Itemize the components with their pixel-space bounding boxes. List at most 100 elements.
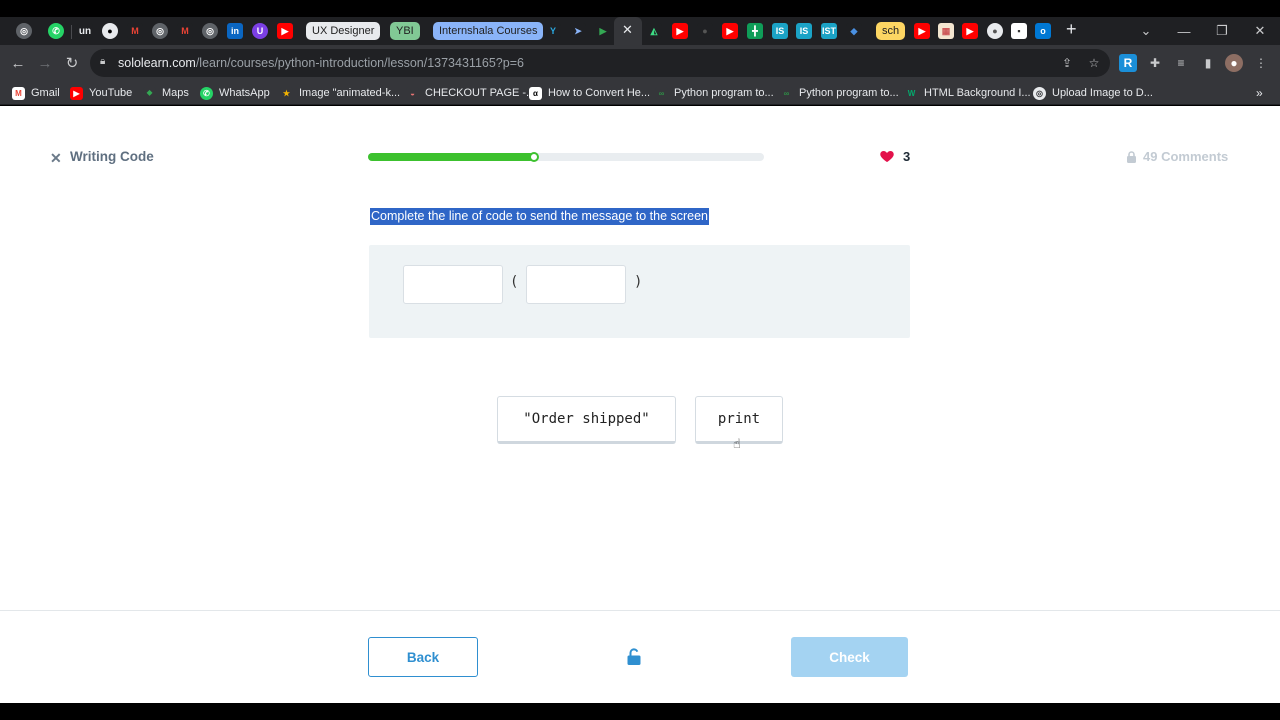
browser-toolbar: ← → ↻ 🔒︎ sololearn.com/learn/courses/pyt…	[0, 45, 1280, 81]
youtube-tab-icon-3[interactable]: ▶	[722, 23, 738, 39]
youtube-tab-icon-4[interactable]: ▶	[914, 23, 930, 39]
browser-menu-icon[interactable]: ⋮	[1252, 54, 1270, 72]
youtube-icon: ▶	[70, 86, 83, 100]
bookmark-maps[interactable]: ⬥ Maps	[143, 85, 189, 101]
send-tab-icon[interactable]: ➤	[570, 23, 586, 39]
tab-group-sch[interactable]: sch	[876, 22, 906, 40]
avatar-tab-icon[interactable]: ●	[987, 23, 1003, 39]
close-icon[interactable]: ✕	[50, 150, 62, 167]
address-bar[interactable]: 🔒︎ sololearn.com/learn/courses/python-in…	[90, 49, 1110, 77]
android-tab-icon[interactable]: ◭	[646, 23, 662, 39]
profile-avatar[interactable]: ●	[1225, 54, 1243, 72]
globe-tab-icon-2[interactable]: ◎	[202, 23, 218, 39]
shield-tab-icon[interactable]: ◆	[846, 23, 862, 39]
reading-list-icon[interactable]: ≡	[1172, 54, 1190, 72]
bookmark-checkout-page[interactable]: ◒ CHECKOUT PAGE -...	[406, 85, 535, 101]
play-store-tab-icon[interactable]: ▶	[595, 23, 611, 39]
close-tab-icon[interactable]: ✕	[622, 22, 633, 38]
bookmark-star-icon[interactable]: ☆	[1085, 54, 1103, 72]
bookmarks-bar: M Gmail ▶ YouTube ⬥ Maps ✆ WhatsApp ★ Image "…	[0, 81, 1280, 105]
gmail-icon: M	[12, 86, 25, 100]
whatsapp-icon: ✆	[200, 86, 213, 100]
share-icon[interactable]: ⇪	[1058, 54, 1076, 72]
unlock-icon[interactable]	[626, 648, 642, 666]
sheets-tab-icon[interactable]: ╋	[747, 23, 763, 39]
close-paren: )	[634, 274, 643, 290]
alpha-icon: α	[529, 86, 542, 100]
bookmark-whatsapp[interactable]: ✆ WhatsApp	[200, 85, 270, 101]
forward-arrow-icon[interactable]: →	[35, 53, 55, 73]
bookmark-how-to-convert[interactable]: α How to Convert He...	[529, 85, 650, 101]
github-tab-icon[interactable]: ●	[102, 23, 118, 39]
bookmark-html-background[interactable]: W HTML Background I...	[905, 85, 1031, 101]
globe-icon: ◎	[1033, 86, 1046, 100]
whatsapp-tab-icon[interactable]: ✆	[48, 23, 64, 39]
gmail-tab-icon-2[interactable]: M	[177, 23, 193, 39]
lock-icon	[1127, 150, 1136, 163]
tab-group-ybi[interactable]: YBI	[390, 22, 420, 40]
unstop-tab-icon[interactable]: un	[77, 23, 93, 39]
is-tab-icon-2[interactable]: IS	[796, 23, 812, 39]
active-tab[interactable]: ✕	[614, 17, 642, 45]
is-tab-icon[interactable]: IS	[772, 23, 788, 39]
gfg-icon-2: ∞	[780, 86, 793, 100]
hearts-counter: 3	[879, 148, 910, 164]
lock-icon[interactable]: 🔒︎	[100, 56, 105, 67]
puzzle-extensions-icon[interactable]: ✚	[1146, 54, 1164, 72]
youtube-tab-icon-2[interactable]: ▶	[672, 23, 688, 39]
globe-tab-icon[interactable]: ◎	[152, 23, 168, 39]
back-arrow-icon[interactable]: ←	[8, 53, 28, 73]
close-window-button[interactable]: ✕	[1241, 17, 1279, 45]
bookmark-python-program-2[interactable]: ∞ Python program to...	[780, 85, 899, 101]
check-button[interactable]: Check	[791, 637, 908, 677]
bookmark-upload-image[interactable]: ◎ Upload Image to D...	[1033, 85, 1153, 101]
more-bookmarks-chevron-icon[interactable]: »	[1256, 85, 1263, 101]
new-tab-button[interactable]: +	[1066, 19, 1077, 40]
answer-slot-argument[interactable]	[526, 265, 626, 304]
lesson-progress-knob	[529, 152, 540, 162]
w3schools-icon: W	[905, 86, 918, 100]
tab-group-internshala[interactable]: Internshala Courses	[433, 22, 544, 40]
open-paren: (	[510, 274, 519, 290]
internshala-tab-icon[interactable]: Y	[545, 23, 561, 39]
tab-group-ux-designer[interactable]: UX Designer	[306, 22, 381, 40]
extension-r-icon[interactable]: R	[1119, 54, 1137, 72]
back-button[interactable]: Back	[368, 637, 478, 677]
doc-tab-icon[interactable]: ▪	[1011, 23, 1027, 39]
bookmark-image-animated[interactable]: ★ Image "animated-k...	[280, 85, 400, 101]
youtube-tab-icon-5[interactable]: ▶	[962, 23, 978, 39]
restore-button[interactable]: ❐	[1203, 17, 1241, 45]
ist-tab-icon[interactable]: IST	[821, 23, 837, 39]
linkedin-tab-icon[interactable]: in	[227, 23, 243, 39]
github-tab-icon-2[interactable]: ●	[697, 23, 713, 39]
url-text[interactable]: sololearn.com/learn/courses/python-intro…	[118, 56, 524, 70]
code-editor-box: ( )	[369, 245, 910, 338]
heart-icon	[880, 151, 894, 162]
lesson-title: Writing Code	[70, 149, 154, 164]
outlook-tab-icon[interactable]: o	[1035, 23, 1051, 39]
comments-link[interactable]: 49 Comments	[1126, 149, 1228, 164]
hand-cursor-icon: ☝︎	[733, 436, 741, 451]
gfg-icon: ∞	[655, 86, 668, 100]
choice-order-shipped[interactable]: "Order shipped"	[497, 396, 676, 444]
lesson-page: ✕ Writing Code 3 49 Comments Complete th…	[0, 106, 1280, 703]
side-panel-icon[interactable]: ▮	[1199, 54, 1217, 72]
tab-strip: ◎ ✆ un ● M ◎ M ◎ in U ▶ UX Designer YBI …	[0, 17, 1280, 45]
lesson-progress-bar	[368, 152, 764, 162]
chrome-tab-icon[interactable]: ◎	[16, 23, 32, 39]
bookmark-youtube[interactable]: ▶ YouTube	[70, 85, 132, 101]
star-icon: ★	[280, 86, 293, 100]
tab-search-chevron-icon[interactable]: ⌄	[1127, 17, 1165, 45]
youtube-tab-icon[interactable]: ▶	[277, 23, 293, 39]
bookmark-gmail[interactable]: M Gmail	[12, 85, 60, 101]
reload-icon[interactable]: ↻	[62, 53, 82, 73]
bookmark-python-program-1[interactable]: ∞ Python program to...	[655, 85, 774, 101]
udemy-tab-icon[interactable]: U	[252, 23, 268, 39]
minimize-button[interactable]: —	[1165, 17, 1203, 45]
screen: ◎ ✆ un ● M ◎ M ◎ in U ▶ UX Designer YBI …	[0, 0, 1280, 720]
comments-count: 49 Comments	[1143, 149, 1229, 164]
gmail-tab-icon[interactable]: M	[127, 23, 143, 39]
hearts-count: 3	[903, 148, 911, 164]
image-tab-icon[interactable]: ▦	[938, 23, 954, 39]
answer-slot-function[interactable]	[403, 265, 503, 304]
